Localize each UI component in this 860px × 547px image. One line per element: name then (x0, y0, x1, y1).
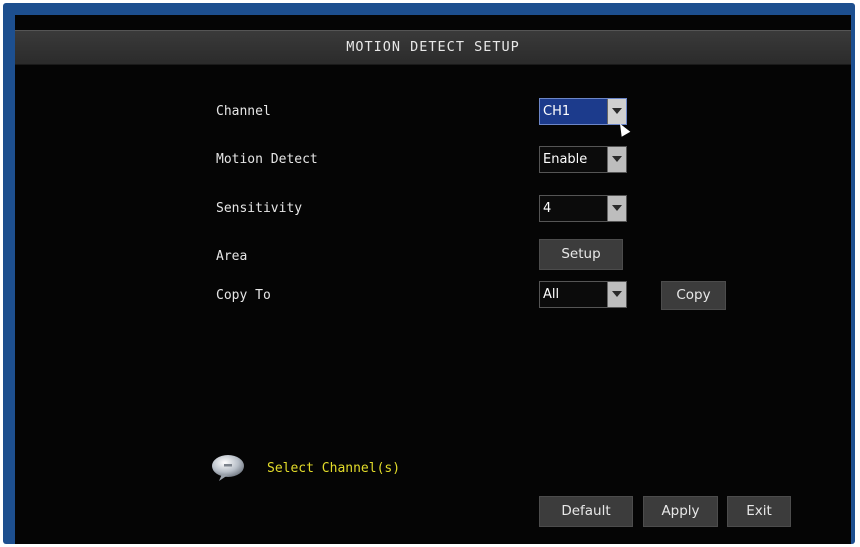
copy-to-label: Copy To (216, 288, 271, 303)
mouse-cursor-icon (615, 121, 631, 137)
speech-bubble-icon (212, 455, 244, 481)
motion-detect-value: Enable (543, 152, 588, 167)
chevron-down-icon[interactable] (607, 196, 626, 221)
sensitivity-dropdown[interactable]: 4 (539, 195, 627, 222)
channel-value: CH1 (543, 104, 571, 119)
title-bar: MOTION DETECT SETUP (15, 30, 851, 65)
window-title: MOTION DETECT SETUP (346, 39, 520, 55)
motion-detect-dropdown[interactable]: Enable (539, 146, 627, 173)
apply-button[interactable]: Apply (643, 496, 718, 527)
motion-detect-label: Motion Detect (216, 152, 318, 167)
sensitivity-label: Sensitivity (216, 201, 303, 216)
area-label: Area (216, 249, 248, 264)
copy-to-value: All (543, 287, 560, 302)
sensitivity-value: 4 (543, 201, 552, 216)
tip-text: Select Channel(s) (267, 461, 401, 476)
default-button[interactable]: Default (539, 496, 633, 527)
channel-dropdown[interactable]: CH1 (539, 98, 627, 125)
chevron-down-icon[interactable] (607, 99, 626, 124)
exit-button[interactable]: Exit (727, 496, 791, 527)
channel-label: Channel (216, 104, 271, 119)
monitor-frame: MOTION DETECT SETUP Channel CH1 Motion D… (3, 3, 855, 544)
copy-button[interactable]: Copy (661, 281, 726, 310)
copy-to-dropdown[interactable]: All (539, 281, 627, 308)
dvr-screen: MOTION DETECT SETUP Channel CH1 Motion D… (15, 15, 851, 544)
area-setup-button[interactable]: Setup (539, 239, 623, 270)
chevron-down-icon[interactable] (607, 282, 626, 307)
chevron-down-icon[interactable] (607, 147, 626, 172)
